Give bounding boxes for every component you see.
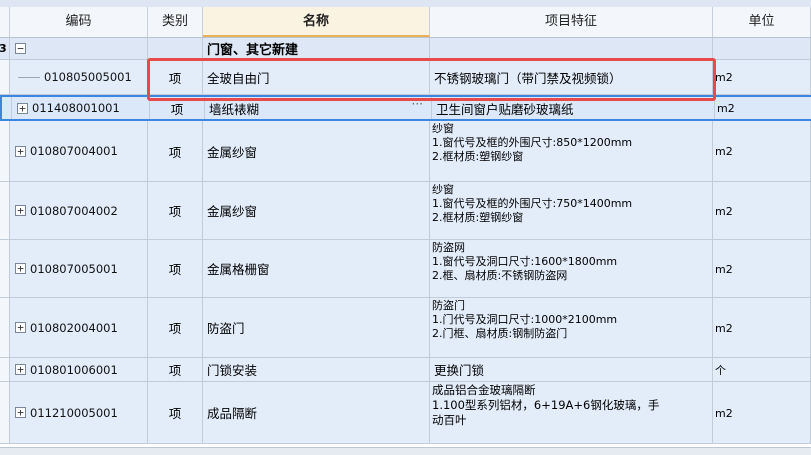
expand-icon[interactable]: + <box>15 407 26 418</box>
name-cell[interactable]: 成品隔断 <box>203 382 430 443</box>
group-row-number: 3 <box>0 38 10 59</box>
category-cell[interactable]: 项 <box>148 358 203 381</box>
feature-cell[interactable]: 防盗网 1.窗代号及洞口尺寸:1600*1800mm 2.框、扇材质:不锈钢防盗… <box>430 240 713 297</box>
feature-cell[interactable]: 卫生间窗户贴磨砂玻璃纸 <box>432 97 715 119</box>
collapse-icon[interactable]: − <box>15 43 26 54</box>
table-row-selected[interactable]: + 011408001001 项 墙纸裱糊 ··· 卫生间窗户贴磨砂玻璃纸 m2 <box>0 95 811 121</box>
category-cell[interactable]: 项 <box>148 121 203 181</box>
code-cell[interactable]: + 010807005001 <box>10 240 148 297</box>
header-unit[interactable]: 单位 <box>713 7 811 37</box>
category-cell[interactable]: 项 <box>150 97 205 119</box>
tree-connector <box>18 76 40 78</box>
expand-icon[interactable]: + <box>15 322 26 333</box>
group-unit-cell[interactable] <box>713 38 811 59</box>
unit-cell[interactable]: m2 <box>715 97 811 119</box>
group-code-cell[interactable]: − <box>10 38 148 59</box>
category-cell[interactable]: 项 <box>148 60 203 94</box>
table-row[interactable]: + 010807004002 项 金属纱窗 纱窗 1.窗代号及框的外围尺寸:75… <box>0 182 811 240</box>
table-row[interactable]: + 010807005001 项 金属格栅窗 防盗网 1.窗代号及洞口尺寸:16… <box>0 240 811 298</box>
feature-cell[interactable]: 纱窗 1.窗代号及框的外围尺寸:850*1200mm 2.框材质:塑钢纱窗 <box>430 121 713 181</box>
row-number <box>0 121 10 181</box>
row-number <box>0 298 10 357</box>
expand-icon[interactable]: + <box>15 364 26 375</box>
table-row[interactable]: 010805005001 项 全玻自由门 不锈钢玻璃门（带门禁及视频锁） m2 <box>0 60 811 95</box>
code-cell[interactable]: + 010807004002 <box>10 182 148 239</box>
row-number <box>0 60 10 94</box>
unit-cell[interactable]: m2 <box>713 60 811 94</box>
category-cell[interactable]: 项 <box>148 298 203 357</box>
code-cell[interactable]: + 010807004001 <box>10 121 148 181</box>
more-icon[interactable]: ··· <box>412 97 423 111</box>
code-cell[interactable]: + 010801006001 <box>10 358 148 381</box>
row-number <box>0 358 10 381</box>
category-cell[interactable]: 项 <box>148 382 203 443</box>
row-number <box>0 382 10 443</box>
name-cell-editing[interactable]: 墙纸裱糊 ··· <box>205 97 432 119</box>
header-category[interactable]: 类别 <box>148 7 203 37</box>
code-cell[interactable]: + 011408001001 <box>12 97 150 119</box>
name-cell[interactable]: 防盗门 <box>203 298 430 357</box>
horizontal-scrollbar[interactable] <box>0 447 811 455</box>
feature-cell[interactable]: 纱窗 1.窗代号及框的外围尺寸:750*1400mm 2.框材质:塑钢纱窗 <box>430 182 713 239</box>
feature-cell[interactable]: 成品铝合金玻璃隔断 1.100型系列铝材，6+19A+6钢化玻璃，手 动百叶 <box>430 382 713 443</box>
table-row[interactable]: + 010802004001 项 防盗门 防盗门 1.门代号及洞口尺寸:1000… <box>0 298 811 358</box>
group-title-cell[interactable]: 门窗、其它新建 <box>203 38 430 59</box>
table-row[interactable]: + 011210005001 项 成品隔断 成品铝合金玻璃隔断 1.100型系列… <box>0 382 811 444</box>
row-number <box>0 182 10 239</box>
table-row[interactable]: + 010807004001 项 金属纱窗 纱窗 1.窗代号及框的外围尺寸:85… <box>0 121 811 182</box>
category-cell[interactable]: 项 <box>148 182 203 239</box>
unit-cell[interactable]: m2 <box>713 298 811 357</box>
code-cell[interactable]: 010805005001 <box>10 60 148 94</box>
unit-cell[interactable]: m2 <box>713 382 811 443</box>
expand-icon[interactable]: + <box>17 102 28 114</box>
name-cell[interactable]: 金属格栅窗 <box>203 240 430 297</box>
name-cell[interactable]: 门锁安装 <box>203 358 430 381</box>
expand-icon[interactable]: + <box>15 263 26 274</box>
group-feature-cell[interactable] <box>430 38 713 59</box>
row-number <box>0 240 10 297</box>
header-name[interactable]: 名称 <box>203 7 430 37</box>
grid-header: 编码 类别 名称 项目特征 单位 <box>0 7 811 38</box>
unit-cell[interactable]: m2 <box>713 182 811 239</box>
row-number <box>2 97 12 119</box>
unit-cell[interactable]: 个 <box>713 358 811 381</box>
header-code[interactable]: 编码 <box>10 7 148 37</box>
header-row-number <box>0 7 10 37</box>
unit-cell[interactable]: m2 <box>713 240 811 297</box>
name-cell[interactable]: 金属纱窗 <box>203 121 430 181</box>
feature-cell[interactable]: 不锈钢玻璃门（带门禁及视频锁） <box>430 60 713 94</box>
group-category-cell[interactable] <box>148 38 203 59</box>
expand-icon[interactable]: + <box>15 145 26 157</box>
feature-cell[interactable]: 更换门锁 <box>430 358 713 381</box>
unit-cell[interactable]: m2 <box>713 121 811 181</box>
code-cell[interactable]: + 010802004001 <box>10 298 148 357</box>
code-cell[interactable]: + 011210005001 <box>10 382 148 443</box>
category-cell[interactable]: 项 <box>148 240 203 297</box>
expand-icon[interactable]: + <box>15 205 26 216</box>
table-row[interactable]: + 010801006001 项 门锁安装 更换门锁 个 <box>0 358 811 382</box>
header-feature[interactable]: 项目特征 <box>430 7 713 37</box>
bill-of-quantities-grid: 编码 类别 名称 项目特征 单位 3 − 门窗、其它新建 01080500500… <box>0 0 811 455</box>
group-row[interactable]: 3 − 门窗、其它新建 <box>0 38 811 60</box>
name-cell[interactable]: 金属纱窗 <box>203 182 430 239</box>
name-cell[interactable]: 全玻自由门 <box>203 60 430 94</box>
feature-cell[interactable]: 防盗门 1.门代号及洞口尺寸:1000*2100mm 2.门框、扇材质:钢制防盗… <box>430 298 713 357</box>
